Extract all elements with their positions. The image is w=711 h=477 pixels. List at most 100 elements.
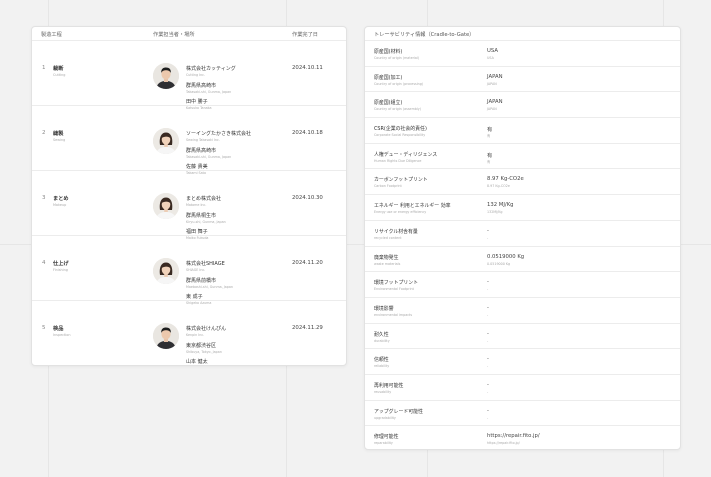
trace-row: 原産国(加工) Country of origin (processing) JAP… <box>365 67 680 93</box>
trace-value-sub: https://repair.fito.jp/ <box>487 441 520 446</box>
trace-label-en: upgradability <box>374 415 396 420</box>
location-en: Maebashi-shi, Gunma, Japan <box>186 285 233 289</box>
completion-date: 2024.11.20 <box>292 260 323 266</box>
trace-label: 修理可能性 <box>374 434 399 441</box>
trace-value-sub: - <box>487 415 489 420</box>
company-name: 株式会社けんぴん <box>186 326 227 332</box>
trace-label: 信頼性 <box>374 357 389 364</box>
company-name-en: SHIAGE Inc. <box>186 268 206 272</box>
trace-value-sub: - <box>487 287 489 292</box>
trace-label: CSR(企業の社会的責任) <box>374 126 427 133</box>
trace-value: USA <box>487 48 498 54</box>
trace-label: 原産国(加工) <box>374 74 403 81</box>
completion-date: 2024.10.11 <box>292 65 323 71</box>
trace-row: 原産国(材料) Country of origin (material) USA US… <box>365 41 680 67</box>
trace-value: 0.0519000 Kg <box>487 253 525 260</box>
trace-value-sub: 8.97 Kg-CO2e <box>487 184 510 189</box>
trace-label: 原産国(材料) <box>374 49 403 55</box>
manufacturing-steps-card: 製造工程 作業担当者・場所 作業完了日 1 裁断 Cutting 株式会社カッティング… <box>31 26 347 366</box>
trace-value: - <box>487 381 489 388</box>
trace-row: 再利用可能性 reusability - - <box>365 375 680 401</box>
header-date: 作業完了日 <box>292 32 318 38</box>
trace-label-en: Environmental Footprint <box>374 287 414 292</box>
worker-name: 山本 健太 <box>186 359 208 365</box>
trace-value: 有 <box>487 152 493 159</box>
trace-label-en: reparability <box>374 441 393 446</box>
step-number: 3 <box>42 195 46 201</box>
completion-date: 2024.11.29 <box>292 325 323 331</box>
trace-row: CSR(企業の社会的責任) Corporate Social Responsibi… <box>365 118 680 144</box>
company-name: 株式会社SHIAGE <box>186 261 225 267</box>
trace-row: アップグレード可能性 upgradability - - <box>365 401 680 427</box>
step-name-en: Finishing <box>53 268 68 272</box>
step-row[interactable]: 1 裁断 Cutting 株式会社カッティング Cutting Inc. 群馬県高崎市 Ta… <box>32 41 346 110</box>
company-name: ソーイングたかさき株式会社 <box>186 131 252 137</box>
steps-table-body: 1 裁断 Cutting 株式会社カッティング Cutting Inc. 群馬県高崎市 Ta… <box>32 41 346 365</box>
trace-label: アップグレード可能性 <box>374 408 423 415</box>
trace-value: 有 <box>487 127 493 134</box>
location: 群馬県高崎市 <box>186 148 217 154</box>
step-name-en: Makeup <box>53 203 67 207</box>
trace-row: 廃棄物発生 waste materials 0.0519000 Kg 0.051900… <box>365 247 680 273</box>
trace-label-en: recycled content <box>374 235 402 240</box>
step-name-en: Sewing <box>53 138 66 142</box>
trace-label-en: Country of origin (assembly) <box>374 107 422 112</box>
step-number: 5 <box>42 325 46 331</box>
trace-row: 原産国(組立) Country of origin (assembly) JAPAN… <box>365 92 680 119</box>
trace-row: カーボンフットプリント Carbon Footprint 8.97 Kg-CO2e 8… <box>365 169 680 196</box>
trace-label-en: Human Rights Due Diligence <box>374 158 422 163</box>
avatar <box>153 258 179 284</box>
trace-label: 人権デュー・ディリジェンス <box>374 151 438 158</box>
location-en: Takasaki-shi, Gunma, Japan <box>186 155 232 159</box>
location: 群馬県前橋市 <box>186 278 217 284</box>
avatar <box>153 193 179 219</box>
completion-date: 2024.10.30 <box>292 195 323 201</box>
trace-value-sub: - <box>487 389 489 394</box>
trace-row: 環境フットプリント Environmental Footprint - - <box>365 272 680 298</box>
worker-name: 佐藤 貴美 <box>186 164 208 170</box>
trace-label-en: durability <box>374 338 390 343</box>
trace-row: 人権デュー・ディリジェンス Human Rights Due Diligence 有… <box>365 144 680 170</box>
company-name-en: Cutting Inc. <box>186 73 206 77</box>
step-name-en: Cutting <box>53 73 66 77</box>
step-row[interactable]: 5 検品 Inspection 株式会社けんぴん Kenpin Inc. 東京都渋谷区 Sh… <box>32 301 346 365</box>
completion-date: 2024.10.18 <box>292 130 323 136</box>
step-name: 縫製 <box>53 131 64 137</box>
location: 東京都渋谷区 <box>186 343 217 349</box>
worker-name: 福田 舞子 <box>186 229 208 235</box>
trace-value-sub: - <box>487 235 489 240</box>
repair-link[interactable]: https://repair.fito.jp/ <box>487 433 540 439</box>
trace-label: 廃棄物発生 <box>374 254 399 261</box>
step-number: 1 <box>42 65 46 71</box>
trace-label: 環境フットプリント <box>374 280 419 287</box>
header-owner: 作業担当者・場所 <box>153 32 195 38</box>
location-en: Takasaki-shi, Gunma, Japan <box>186 90 232 94</box>
trace-value: - <box>487 356 489 363</box>
trace-label: リサイクル材含有量 <box>374 228 418 235</box>
trace-value-sub: 有 <box>487 159 491 164</box>
step-row[interactable]: 4 仕上げ Finishing 株式会社SHIAGE SHIAGE Inc. 群馬県前橋市… <box>32 236 346 305</box>
trace-label-en: Energy use or energy efficiency <box>374 210 427 215</box>
step-row[interactable]: 2 縫製 Sewing ソーイングたかさき株式会社 Sewing Takasaki In… <box>32 106 346 175</box>
step-name: まとめ <box>53 196 69 202</box>
step-number: 4 <box>42 260 46 266</box>
company-name: まとめ株式会社 <box>186 196 222 202</box>
trace-label-en: reusability <box>374 389 392 394</box>
worker-name: 田中 勝子 <box>186 99 208 105</box>
location: 群馬県桐生市 <box>186 213 217 219</box>
trace-value: - <box>487 304 489 311</box>
trace-label-en: environmental impacts <box>374 312 413 317</box>
trace-label: エネルギー 利用とエネルギー 効率 <box>374 203 451 210</box>
trace-label: 環境影響 <box>374 305 394 312</box>
trace-value: 132 MJ/Kg <box>487 202 514 209</box>
traceability-list: 原産国(材料) Country of origin (material) USA US… <box>365 41 680 449</box>
trace-value: - <box>487 407 489 414</box>
step-row[interactable]: 3 まとめ Makeup まとめ株式会社 Matome Inc. 群馬県桐生市 Kiryu-… <box>32 171 346 240</box>
location-en: Shibuya, Tokyo, Japan <box>186 350 222 354</box>
trace-value-sub: 0.0519000 Kg <box>487 261 511 266</box>
header-process: 製造工程 <box>41 32 62 38</box>
trace-value: JAPAN <box>487 99 503 106</box>
trace-label-en: Country of origin (material) <box>374 56 420 60</box>
trace-row: 環境影響 environmental impacts - - <box>365 298 680 324</box>
location: 群馬県高崎市 <box>186 83 217 89</box>
